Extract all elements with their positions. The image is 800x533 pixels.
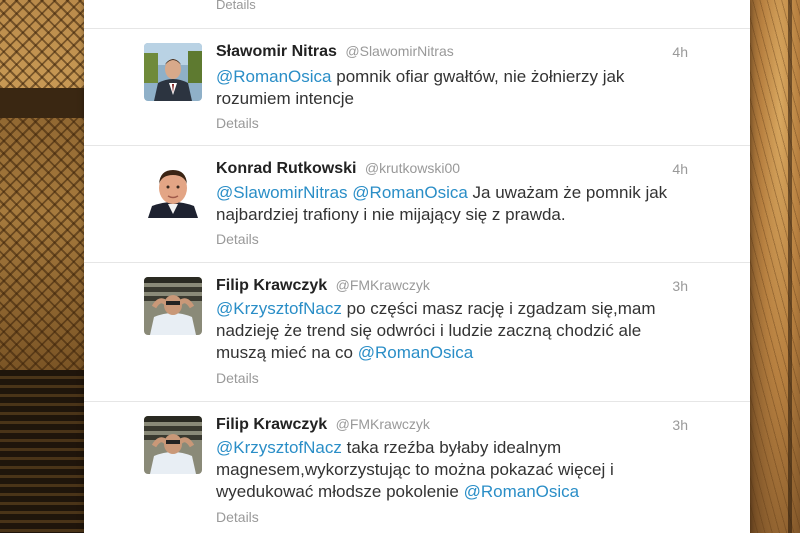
user-name[interactable]: Filip Krawczyk bbox=[216, 277, 327, 294]
avatar[interactable] bbox=[144, 416, 202, 474]
mention-link[interactable]: @SlawomirNitras bbox=[216, 183, 348, 202]
timestamp[interactable]: 4h bbox=[672, 44, 688, 60]
timeline-panel: Details Sławomir Nitras @SlawomirNitras … bbox=[84, 0, 750, 533]
background-right bbox=[750, 0, 800, 533]
user-name[interactable]: Konrad Rutkowski bbox=[216, 160, 356, 177]
tweet-item[interactable]: Filip Krawczyk @FMKrawczyk 3h @Krzysztof… bbox=[84, 402, 750, 533]
tweet-text: @KrzysztofNacz taka rzeźba byłaby idealn… bbox=[216, 437, 696, 503]
tweet-text: @RomanOsica pomnik ofiar gwałtów, nie żo… bbox=[216, 66, 696, 110]
details-link[interactable]: Details bbox=[216, 0, 256, 12]
details-link[interactable]: Details bbox=[216, 231, 259, 247]
user-handle[interactable]: @FMKrawczyk bbox=[336, 277, 430, 293]
details-link[interactable]: Details bbox=[216, 509, 259, 525]
tweet-item[interactable]: Filip Krawczyk @FMKrawczyk 3h @Krzysztof… bbox=[84, 263, 750, 402]
background-left-band bbox=[0, 88, 84, 118]
avatar[interactable] bbox=[144, 277, 202, 335]
tweet-item[interactable]: Sławomir Nitras @SlawomirNitras 4h @Roma… bbox=[84, 29, 750, 146]
tweet-header: Filip Krawczyk @FMKrawczyk bbox=[216, 416, 430, 434]
background-left-wood bbox=[0, 370, 84, 533]
mention-link[interactable]: @RomanOsica bbox=[352, 183, 468, 202]
user-handle[interactable]: @FMKrawczyk bbox=[336, 416, 430, 432]
timestamp[interactable]: 4h bbox=[672, 161, 688, 177]
timestamp[interactable]: 3h bbox=[672, 278, 688, 294]
tweet-header: Sławomir Nitras @SlawomirNitras bbox=[216, 43, 454, 61]
timestamp[interactable]: 3h bbox=[672, 417, 688, 433]
user-name[interactable]: Sławomir Nitras bbox=[216, 43, 337, 60]
mention-link[interactable]: @RomanOsica bbox=[216, 67, 332, 86]
mention-link[interactable]: @RomanOsica bbox=[358, 343, 474, 362]
background-right-line bbox=[788, 0, 792, 533]
tweet-text: @SlawomirNitras @RomanOsica Ja uważam że… bbox=[216, 182, 696, 226]
tweet-header: Filip Krawczyk @FMKrawczyk bbox=[216, 277, 430, 295]
details-link[interactable]: Details bbox=[216, 115, 259, 131]
mention-link[interactable]: @RomanOsica bbox=[464, 482, 580, 501]
tweet-text: @KrzysztofNacz po części masz rację i zg… bbox=[216, 298, 696, 364]
avatar[interactable] bbox=[144, 160, 202, 218]
tweet-header: Konrad Rutkowski @krutkowski00 bbox=[216, 160, 460, 178]
tweet-item[interactable]: Konrad Rutkowski @krutkowski00 4h @Slawo… bbox=[84, 146, 750, 263]
user-handle[interactable]: @krutkowski00 bbox=[365, 160, 460, 176]
details-link[interactable]: Details bbox=[216, 370, 259, 386]
user-name[interactable]: Filip Krawczyk bbox=[216, 416, 327, 433]
mention-link[interactable]: @KrzysztofNacz bbox=[216, 299, 342, 318]
user-handle[interactable]: @SlawomirNitras bbox=[345, 43, 453, 59]
mention-link[interactable]: @KrzysztofNacz bbox=[216, 438, 342, 457]
avatar[interactable] bbox=[144, 43, 202, 101]
